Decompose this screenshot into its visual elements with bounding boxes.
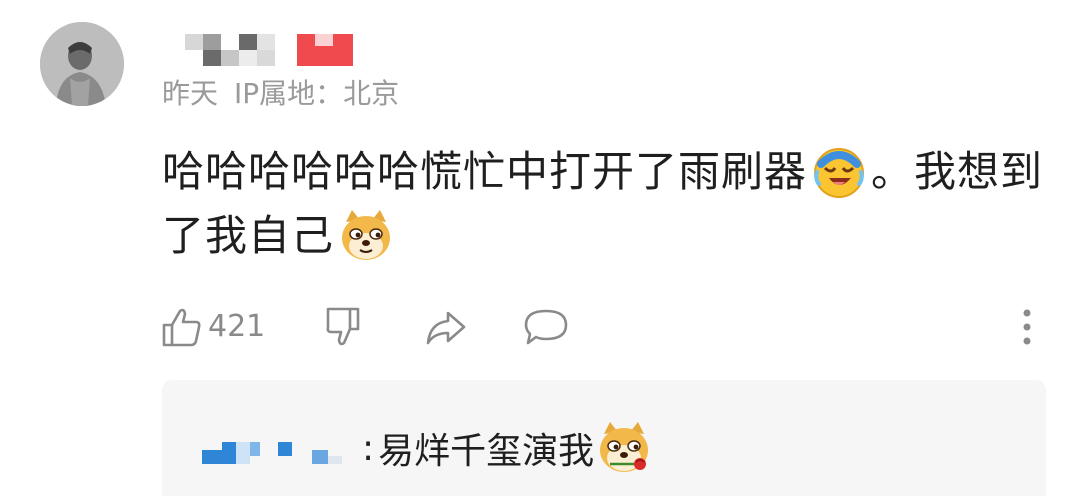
action-bar: 421 <box>160 304 1050 350</box>
laughing-crying-face-icon <box>811 144 867 200</box>
reply-text: 易烊千玺演我 <box>378 431 595 472</box>
thumbs-up-icon <box>160 305 204 349</box>
username-mosaic[interactable] <box>185 32 375 68</box>
reply-preview[interactable]: : 易烊千玺演我 <box>162 380 1046 496</box>
like-count: 421 <box>208 309 266 344</box>
comment-line-2: 了我自己 <box>162 204 1042 268</box>
comment-meta: 昨天 IP属地：北京 <box>162 76 399 112</box>
share-button[interactable] <box>422 304 470 350</box>
like-button[interactable]: 421 <box>160 304 265 350</box>
comment-button[interactable] <box>522 304 570 350</box>
reply-username-mosaic[interactable] <box>202 428 362 468</box>
ip-location: IP属地：北京 <box>234 77 400 110</box>
comment-text-segment: 了我自己 <box>162 211 335 260</box>
reply-item[interactable]: : 易烊千玺演我 <box>202 420 652 476</box>
avatar[interactable] <box>40 22 124 106</box>
comment-text: 哈哈哈哈哈哈慌忙中打开了雨刷器 。我想到 了我自己 <box>162 140 1042 268</box>
comment-page: 昨天 IP属地：北京 哈哈哈哈哈哈慌忙中打开了雨刷器 。我想到 了我自己 421… <box>0 0 1080 496</box>
thumbs-down-icon <box>322 305 366 349</box>
share-arrow-icon <box>422 305 470 349</box>
dislike-button[interactable] <box>322 304 366 350</box>
reply-colon: : <box>362 427 375 469</box>
more-button[interactable] <box>1020 304 1034 350</box>
comment-time: 昨天 <box>162 77 219 110</box>
comment-text-segment: 。我想到 <box>871 147 1044 196</box>
comment-text-segment: 哈哈哈哈哈哈慌忙中打开了雨刷器 <box>162 147 808 196</box>
comment-bubble-icon <box>522 305 570 349</box>
doge-rose-icon <box>596 420 652 476</box>
doge-icon <box>338 208 394 264</box>
more-vertical-icon <box>1020 307 1034 347</box>
comment-line-1: 哈哈哈哈哈哈慌忙中打开了雨刷器 。我想到 <box>162 140 1042 204</box>
